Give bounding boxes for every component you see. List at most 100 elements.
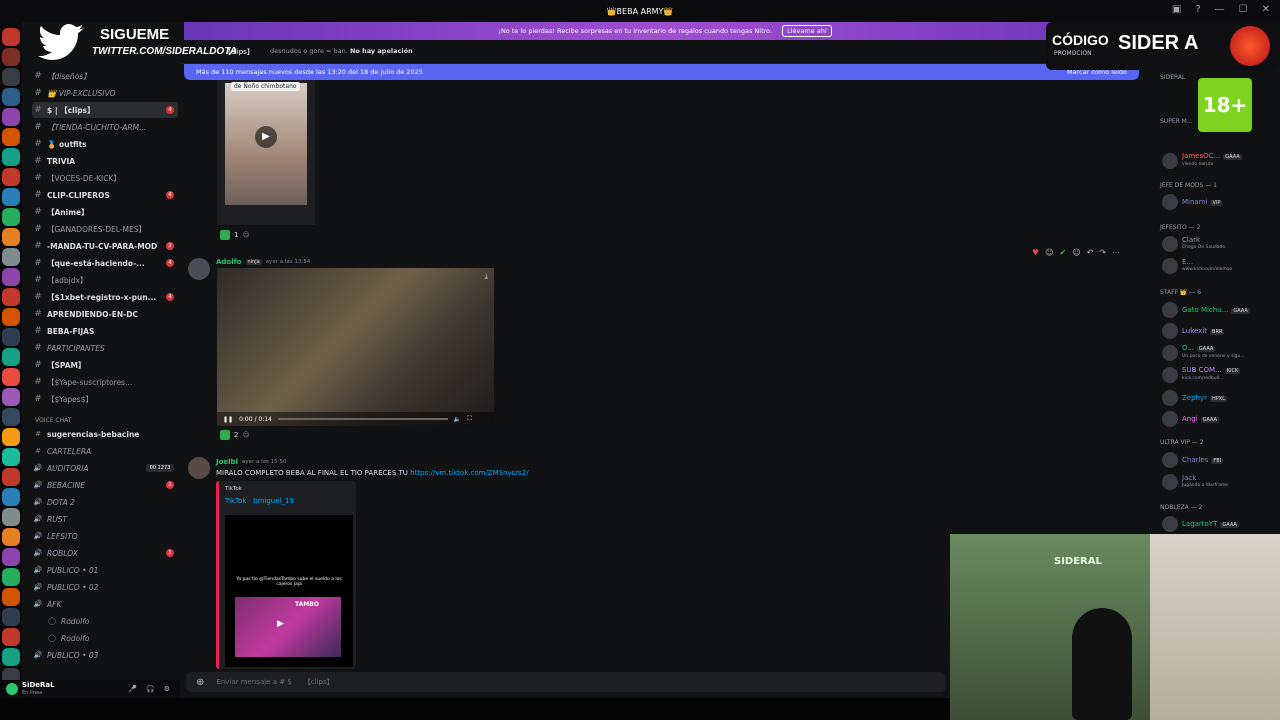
sidebar-channel[interactable]: # CARTELERA [32, 443, 178, 459]
fullscreen-icon[interactable]: ⛶ [467, 415, 471, 423]
more-icon[interactable]: ⋯ [1112, 248, 1120, 257]
voice-channel[interactable]: 🔊 ROBLOX 1 [32, 545, 178, 561]
avatar[interactable] [188, 457, 210, 479]
server-icon[interactable] [2, 648, 20, 666]
server-icon[interactable] [2, 548, 20, 566]
maximize-icon[interactable]: ☐ [1239, 4, 1248, 15]
sidebar-channel[interactable]: # 【GANADORES-DEL-MES】 [32, 221, 178, 237]
video-attachment[interactable]: de Ñoño chimbotano ▶ [217, 80, 315, 225]
close-icon[interactable]: ✕ [1262, 4, 1270, 15]
forward-icon[interactable]: ↷ [1099, 248, 1106, 257]
voice-user[interactable]: ◯ Rodolfo [46, 630, 192, 646]
server-icon[interactable] [2, 308, 20, 326]
nitro-banner-button[interactable]: Llévame ahí [782, 25, 832, 37]
voice-channel[interactable]: 🔊 LEFSITO [32, 528, 178, 544]
server-icon[interactable] [2, 428, 20, 446]
add-reaction-icon[interactable]: ☺ [242, 231, 249, 239]
member-item[interactable]: LagartoYT GAAA [1162, 516, 1239, 532]
server-icon[interactable] [2, 628, 20, 646]
sidebar-channel[interactable]: # 【diseños】 [32, 68, 178, 84]
sidebar-channel[interactable]: # -MANDA-TU-CV-PARA-MOD 2 [32, 238, 178, 254]
help-icon[interactable]: ? [1195, 4, 1200, 15]
server-icon[interactable] [2, 448, 20, 466]
voice-channel[interactable]: 🔊 PUBLICO • 01 [32, 562, 178, 578]
voice-channel[interactable]: 🔊 AFK [32, 596, 178, 612]
voice-channel[interactable]: 🔊 RUST [32, 511, 178, 527]
server-icon[interactable] [2, 188, 20, 206]
add-reaction-icon[interactable]: ☺ [1072, 248, 1080, 257]
minimize-icon[interactable]: — [1215, 4, 1225, 15]
member-item[interactable]: Gato Michu... GAAA [1162, 302, 1250, 318]
add-attachment-icon[interactable]: ⊕ [196, 677, 204, 688]
author-name[interactable]: Joelbl [216, 458, 238, 466]
member-item[interactable]: JamesOC... GAAA viendo naruto [1162, 152, 1242, 169]
sidebar-channel[interactable]: # sugerencias-bebacine [32, 426, 178, 442]
server-icon[interactable] [2, 348, 20, 366]
server-icon[interactable] [2, 268, 20, 286]
play-icon[interactable]: ▶ [255, 126, 277, 148]
embed-title[interactable]: TikTok · bmiguel_19 [225, 497, 294, 505]
server-icon[interactable] [2, 108, 20, 126]
sidebar-channel[interactable]: # $ | 【clips】 4 [32, 102, 178, 118]
reaction-bar[interactable]: 1 ☺ [220, 230, 250, 240]
deafen-icon[interactable]: 🎧 [146, 685, 155, 693]
server-icon[interactable] [2, 28, 20, 46]
embed-thumbnail[interactable]: Ya pas tio @TiendasTambo sube el sueldo … [225, 515, 353, 667]
sidebar-channel[interactable]: # BEBA-FIJAS [32, 323, 178, 339]
server-icon[interactable] [2, 128, 20, 146]
member-item[interactable]: Zephyr HPXL [1162, 390, 1228, 406]
avatar[interactable] [188, 258, 210, 280]
sidebar-channel[interactable]: # TRIVIA [32, 153, 178, 169]
emoji-icon[interactable]: ☺ [1045, 248, 1053, 257]
voice-user[interactable]: ◯ Rodolfo [46, 613, 192, 629]
server-icon[interactable] [2, 168, 20, 186]
server-icon[interactable] [2, 88, 20, 106]
avatar[interactable] [6, 683, 18, 695]
server-icon[interactable] [2, 248, 20, 266]
sidebar-channel[interactable]: # 【SPAM】 [32, 357, 178, 373]
server-icon[interactable] [2, 208, 20, 226]
play-icon[interactable]: ▶ [277, 619, 284, 629]
member-item[interactable]: Clark Chega De Saudade. [1162, 236, 1227, 252]
download-icon[interactable]: ⤓ [484, 272, 488, 282]
voice-channel[interactable]: 🔊 PUBLICO • 03 [32, 647, 178, 663]
voice-channel[interactable]: 🔊 BEBACINE 1 [32, 477, 178, 493]
server-icon[interactable] [2, 608, 20, 626]
sidebar-channel[interactable]: # 【$Yapes$】 [32, 391, 178, 407]
inbox-icon[interactable]: ▣ [1172, 4, 1181, 15]
server-icon[interactable] [2, 388, 20, 406]
server-icon[interactable] [2, 468, 20, 486]
sidebar-channel[interactable]: # 👑 VIP-EXCLUSIVO [32, 85, 178, 101]
new-messages-bar[interactable]: Más de 110 mensajes nuevos desde las 13:… [184, 64, 1139, 80]
voice-channel[interactable]: 🔊 PUBLICO • 02 [32, 579, 178, 595]
member-item[interactable]: Jack Jugando a Warframe [1162, 474, 1228, 490]
server-icon[interactable] [2, 488, 20, 506]
author-name[interactable]: Adolfo [216, 258, 242, 266]
sidebar-channel[interactable]: # 【$Yape-suscriptores... [32, 374, 178, 390]
server-icon[interactable] [2, 588, 20, 606]
sidebar-channel[interactable]: # 【adbjdx】 [32, 272, 178, 288]
server-icon[interactable] [2, 228, 20, 246]
mute-icon[interactable]: 🎤 [128, 685, 137, 693]
sidebar-channel[interactable]: # 【$1xbet-registro-x-pun... 4 [32, 289, 178, 305]
message-composer[interactable]: ⊕ Enviar mensaje a # $ 【clips】 [186, 672, 946, 692]
server-icon[interactable] [2, 528, 20, 546]
volume-icon[interactable]: 🔈 [454, 416, 461, 423]
member-item[interactable]: Angi GAAA [1162, 411, 1220, 427]
server-icon[interactable] [2, 568, 20, 586]
sidebar-channel[interactable]: # PARTICIPANTES [32, 340, 178, 356]
server-icon[interactable] [2, 48, 20, 66]
server-icon[interactable] [2, 368, 20, 386]
add-reaction-icon[interactable]: ☺ [242, 431, 249, 439]
sidebar-channel[interactable]: # 【TIENDA-CUCHITO-ARM... [32, 119, 178, 135]
reply-icon[interactable]: ↶ [1087, 248, 1094, 257]
sidebar-channel[interactable]: # 【VOCES-DE-KICK】 [32, 170, 178, 186]
pause-icon[interactable]: ❚❚ [223, 416, 233, 423]
member-item[interactable]: Minami VIP [1162, 194, 1223, 210]
voice-channel[interactable]: 🔊 DOTA 2 [32, 494, 178, 510]
member-item[interactable]: Charles FBI [1162, 452, 1224, 468]
video-player[interactable]: ⤓ ❚❚ 0:00 / 0:14 🔈 ⛶ [217, 268, 494, 426]
member-item[interactable]: E... www.kick.com/elemao [1162, 258, 1232, 274]
server-icon[interactable] [2, 68, 20, 86]
sidebar-channel[interactable]: # 【Anime】 [32, 204, 178, 220]
